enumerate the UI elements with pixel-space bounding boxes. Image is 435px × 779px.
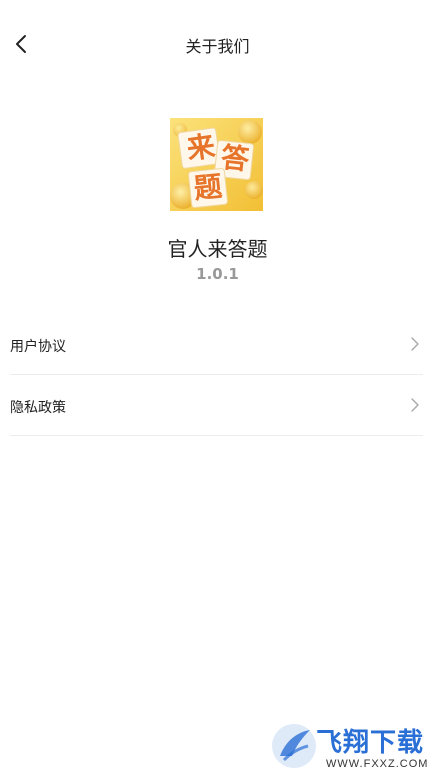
chevron-right-icon	[411, 337, 419, 351]
page-title: 关于我们	[185, 37, 250, 56]
user-agreement-item[interactable]: 用户协议	[10, 314, 423, 375]
user-agreement-label: 用户协议	[10, 339, 66, 355]
app-name: 官人来答题	[167, 237, 268, 261]
watermark: 飞翔下载 WWW.FXXZ.COM	[268, 718, 435, 779]
icon-char-2: 答	[219, 140, 251, 177]
watermark-url: WWW.FXXZ.COM	[326, 758, 429, 770]
chevron-right-icon	[411, 398, 419, 412]
watermark-brand: 飞翔下载	[316, 728, 425, 758]
settings-list: 用户协议 隐私政策	[10, 314, 423, 436]
icon-char-1: 来	[184, 129, 218, 166]
app-logo: 来 答 题	[170, 118, 263, 211]
app-version: 1.0.1	[196, 265, 239, 283]
watermark-logo-icon	[272, 724, 316, 768]
privacy-policy-item[interactable]: 隐私政策	[10, 375, 423, 436]
privacy-policy-label: 隐私政策	[10, 400, 66, 416]
icon-char-3: 题	[192, 169, 224, 206]
top-bar: 关于我们	[0, 0, 435, 88]
